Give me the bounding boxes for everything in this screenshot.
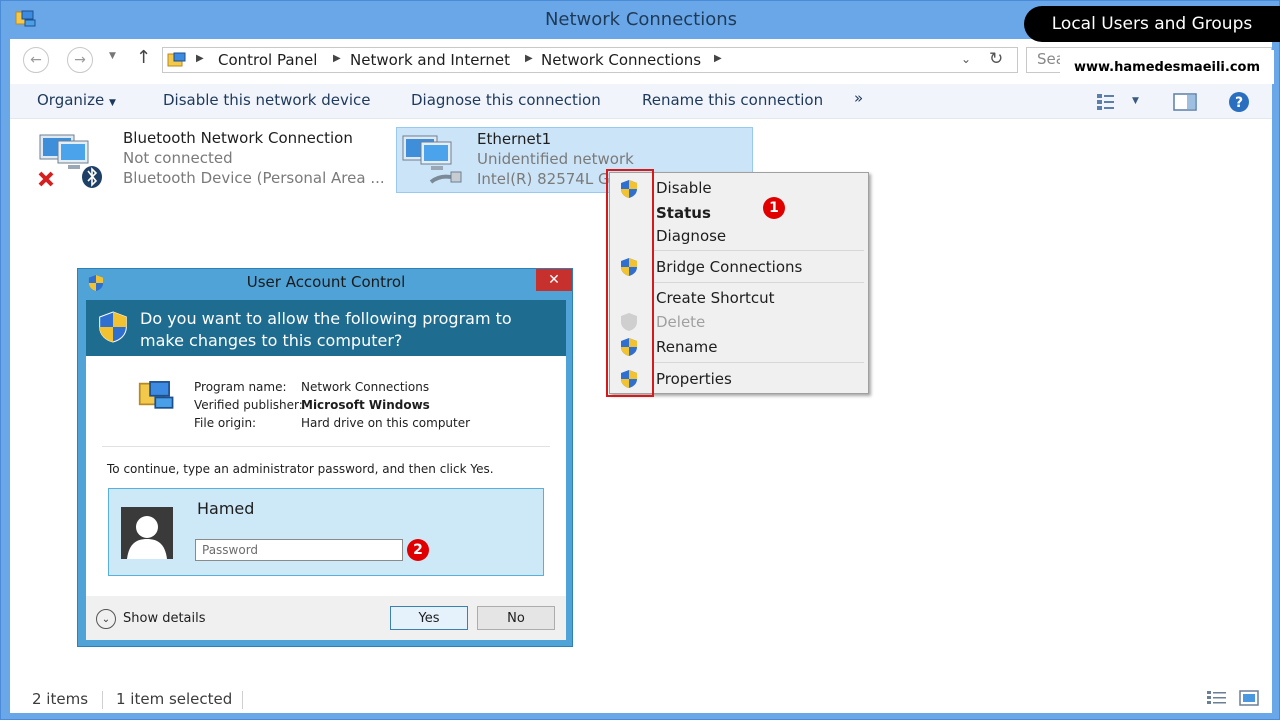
large-icons-view-icon[interactable] [1238,689,1260,707]
status-bar: 2 items 1 item selected [10,685,1272,713]
uac-instruction: To continue, type an administrator passw… [107,462,494,476]
item-name: Bluetooth Network Connection [123,129,353,147]
program-name-value: Network Connections [301,380,430,394]
chevron-down-icon[interactable]: ⌄ [96,609,116,629]
selection-count: 1 item selected [116,690,233,708]
back-button[interactable]: ← [23,47,49,73]
step-badge-2: 2 [407,539,429,561]
help-icon[interactable]: ? [1228,91,1250,113]
menu-separator [654,250,864,251]
breadcrumb-separator-icon: ▶ [714,53,722,64]
uac-title: User Account Control [246,273,406,291]
back-arrow-icon: ← [30,52,42,68]
yes-button[interactable]: Yes [390,606,468,630]
menu-item-rename[interactable]: Rename [656,338,718,356]
breadcrumb-network-internet[interactable]: Network and Internet [350,51,510,69]
show-details-link[interactable]: Show details [123,611,206,626]
uac-body: Program name: Network Connections Verifi… [86,356,566,596]
user-icon [121,507,173,559]
breadcrumb-control-panel[interactable]: Control Panel [218,51,317,69]
menu-item-bridge[interactable]: Bridge Connections [656,258,802,276]
publisher-value: Microsoft Windows [301,398,430,412]
credential-tile[interactable]: Hamed Password 2 [108,488,544,576]
bluetooth-connection-item[interactable]: Bluetooth Network Connection Not connect… [34,127,385,191]
menu-item-create-shortcut[interactable]: Create Shortcut [656,289,775,307]
address-bar[interactable]: ▶ Control Panel ▶ Network and Internet ▶… [162,47,1018,73]
command-bar: Organize ▼ Disable this network device D… [10,84,1272,119]
organize-label: Organize [37,91,105,109]
change-view-icon[interactable] [1096,93,1120,111]
uac-header-band: Do you want to allow the following progr… [86,300,566,356]
no-button[interactable]: No [477,606,555,630]
up-arrow-icon[interactable]: ↑ [136,47,151,68]
breadcrumb-separator-icon: ▶ [333,53,341,64]
menu-item-delete: Delete [656,313,706,331]
forward-arrow-icon: → [74,52,86,68]
uac-question: Do you want to allow the following progr… [140,309,512,350]
organize-menu[interactable]: Organize ▼ [37,91,116,109]
publisher-label: Verified publisher: [194,398,303,412]
view-dropdown-icon[interactable]: ▼ [1132,96,1139,106]
avatar [121,507,173,559]
close-icon: ✕ [548,272,560,288]
item-count: 2 items [32,690,89,708]
divider [102,446,550,447]
uac-shield-icon [99,311,127,343]
program-name-label: Program name: [194,380,287,394]
uac-footer: ⌄ Show details Yes No [86,596,566,640]
network-adapter-icon [38,134,102,188]
menu-separator [654,282,864,283]
disable-device-button[interactable]: Disable this network device [163,91,371,109]
menu-item-properties[interactable]: Properties [656,370,732,388]
forward-button[interactable]: → [67,47,93,73]
status-divider [102,691,103,709]
menu-item-status[interactable]: Status [656,204,711,222]
network-program-icon [138,381,174,409]
menu-item-diagnose[interactable]: Diagnose [656,227,726,245]
step-badge-1: 1 [763,197,785,219]
highlight-box [606,169,654,397]
password-field[interactable]: Password [195,539,403,561]
watermark-title: Local Users and Groups [1024,6,1280,42]
status-divider [242,691,243,709]
uac-dialog: User Account Control ✕ Do you want to al… [77,268,573,647]
network-location-icon [167,52,186,67]
menu-item-disable[interactable]: Disable [656,179,712,197]
breadcrumb-separator-icon: ▶ [525,53,533,64]
refresh-icon[interactable]: ↻ [989,49,1003,69]
item-device: Bluetooth Device (Personal Area ... [123,169,385,187]
item-status: Unidentified network [477,150,634,168]
diagnose-connection-button[interactable]: Diagnose this connection [411,91,601,109]
item-name: Ethernet1 [477,130,552,148]
recent-dropdown-icon[interactable]: ▼ [109,51,116,61]
file-origin-label: File origin: [194,416,257,430]
file-origin-value: Hard drive on this computer [301,416,471,430]
svg-text:?: ? [1235,95,1243,111]
close-button[interactable]: ✕ [536,269,572,291]
rename-connection-button[interactable]: Rename this connection [642,91,823,109]
preview-pane-icon[interactable] [1173,93,1197,111]
network-adapter-icon [402,135,462,184]
item-device: Intel(R) 82574L G [477,170,610,188]
more-commands-button[interactable]: » [854,89,863,107]
breadcrumb-separator-icon: ▶ [196,53,204,64]
item-status: Not connected [123,149,233,167]
chevron-down-icon: ▼ [108,98,116,108]
address-dropdown-icon[interactable]: ⌄ [961,52,971,66]
watermark-url: www.hamedesmaeili.com [1060,50,1274,84]
details-view-icon[interactable] [1206,689,1228,707]
breadcrumb-network-connections[interactable]: Network Connections [541,51,701,69]
menu-separator [654,362,864,363]
user-name: Hamed [197,499,255,518]
